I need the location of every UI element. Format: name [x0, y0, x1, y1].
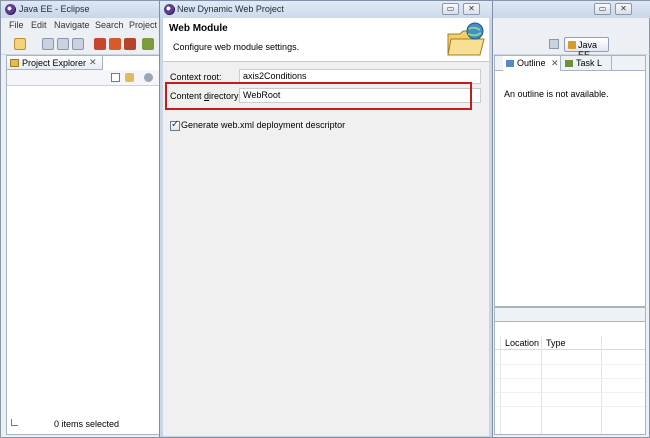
project-explorer-toolbar: [7, 70, 159, 86]
tab-project-explorer-label: Project Explorer: [22, 58, 87, 68]
view-menu-icon[interactable]: [144, 73, 153, 82]
column-divider: [500, 336, 501, 434]
dialog-heading: Web Module: [169, 23, 228, 34]
highlight-box: [165, 82, 472, 110]
dialog-close-button[interactable]: ✕: [463, 3, 480, 15]
column-type[interactable]: Type: [546, 338, 566, 348]
tab-outline[interactable]: Outline ✕: [503, 56, 561, 71]
outline-panel: Outline ✕ Task L An outline is not avail…: [494, 55, 646, 307]
task-icon: [565, 60, 573, 67]
close-button[interactable]: ✕: [615, 3, 632, 15]
run-icon[interactable]: [142, 38, 154, 50]
menu-file[interactable]: File: [9, 20, 24, 30]
markers-table-header: Location Type: [495, 336, 645, 350]
save-icon[interactable]: [42, 38, 54, 50]
column-divider: [601, 336, 602, 434]
tab-outline-label: Outline: [517, 58, 546, 68]
maximize-button[interactable]: ▭: [594, 3, 611, 15]
column-location[interactable]: Location: [505, 338, 539, 348]
close-tab-icon[interactable]: ✕: [89, 57, 97, 68]
status-text: 0 items selected: [54, 419, 120, 429]
profile-server-icon[interactable]: [124, 38, 136, 50]
eclipse-window-title: Java EE - Eclipse: [19, 4, 90, 14]
markers-toolbar: [495, 308, 645, 322]
dialog-body: [163, 62, 489, 436]
open-perspective-icon[interactable]: [549, 39, 559, 49]
debug-server-icon[interactable]: [109, 38, 121, 50]
menu-search[interactable]: Search: [95, 20, 124, 30]
table-row: [495, 364, 645, 365]
dialog-maximize-button[interactable]: ▭: [442, 3, 459, 15]
dialog-banner: Web Module Configure web module settings…: [163, 18, 489, 62]
new-dynamic-web-project-dialog: New Dynamic Web Project ▭ ✕ Web Module C…: [159, 0, 493, 438]
eclipse-app-icon: [5, 4, 16, 15]
status-icon: [11, 419, 18, 426]
tab-task-list-label: Task L: [576, 58, 603, 68]
dialog-description: Configure web module settings.: [173, 42, 300, 52]
markers-panel: Location Type: [494, 307, 646, 435]
context-root-value: axis2Conditions: [243, 71, 307, 81]
menu-project[interactable]: Project: [129, 20, 157, 30]
context-root-label: Context root:: [170, 72, 222, 82]
status-bar: 0 items selected: [1, 411, 161, 435]
generate-web-xml-label[interactable]: Generate web.xml deployment descriptor: [181, 120, 345, 130]
project-explorer-panel: Project Explorer ✕: [6, 55, 160, 435]
checkmark-icon: ✓: [171, 119, 180, 130]
generate-web-xml-checkbox[interactable]: ✓: [170, 119, 180, 131]
outline-message: An outline is not available.: [504, 89, 609, 99]
tab-project-explorer[interactable]: Project Explorer ✕: [7, 56, 103, 70]
web-project-folder-icon: [447, 22, 485, 56]
menu-edit[interactable]: Edit: [31, 20, 47, 30]
perspective-java-ee[interactable]: Java EE: [564, 37, 609, 60]
table-row: [495, 406, 645, 407]
column-divider: [541, 336, 542, 434]
new-icon[interactable]: [14, 38, 26, 50]
java-ee-icon: [568, 41, 576, 49]
outline-tabs: Outline ✕ Task L: [495, 56, 645, 71]
close-outline-icon[interactable]: ✕: [551, 58, 559, 69]
eclipse-app-icon: [164, 4, 175, 15]
tab-task-list[interactable]: Task L: [562, 56, 612, 71]
print-icon[interactable]: [72, 38, 84, 50]
dialog-title-bar[interactable]: New Dynamic Web Project ▭ ✕: [160, 1, 492, 18]
link-editor-icon[interactable]: [125, 73, 134, 82]
folder-icon: [10, 59, 19, 67]
dialog-title: New Dynamic Web Project: [177, 4, 284, 14]
menu-navigate[interactable]: Navigate: [54, 20, 90, 30]
table-row: [495, 392, 645, 393]
collapse-all-icon[interactable]: [111, 73, 120, 82]
save-all-icon[interactable]: [57, 38, 69, 50]
server-icon[interactable]: [94, 38, 106, 50]
outline-icon: [506, 60, 514, 67]
table-row: [495, 378, 645, 379]
